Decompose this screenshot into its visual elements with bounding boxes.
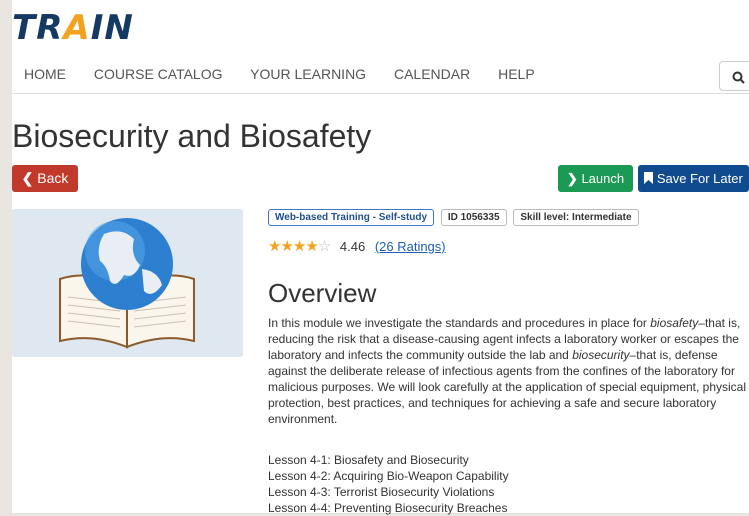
- main-nav: HOME COURSE CATALOG YOUR LEARNING CALEND…: [24, 66, 559, 82]
- list-item: Lesson 4-4: Preventing Biosecurity Breac…: [268, 501, 508, 515]
- nav-your-learning[interactable]: YOUR LEARNING: [250, 66, 366, 82]
- nav-calendar[interactable]: CALENDAR: [394, 66, 470, 82]
- list-item: Lesson 4-3: Terrorist Biosecurity Violat…: [268, 485, 495, 499]
- biosafety-term: biosafety: [650, 316, 699, 330]
- logo-text-in: IN: [90, 8, 134, 48]
- description-part-1: In this module we investigate the standa…: [268, 316, 651, 330]
- training-type-badge: Web-based Training - Self-study: [268, 209, 435, 226]
- list-item: Lesson 4-1: Biosafety and Biosecurity: [268, 453, 469, 467]
- list-item: Lesson 4-2: Acquiring Bio-Weapon Capabil…: [268, 469, 509, 483]
- lesson-list: Lesson 4-1: Biosafety and Biosecurity Le…: [268, 452, 509, 516]
- ratings-count-link[interactable]: (26 Ratings): [375, 239, 446, 254]
- page: TRAIN HOME COURSE CATALOG YOUR LEARNING …: [12, 0, 749, 516]
- globe-book-illustration: [12, 209, 243, 357]
- nav-course-catalog[interactable]: COURSE CATALOG: [94, 66, 223, 82]
- biosecurity-term: biosecurity: [572, 348, 630, 362]
- star-rating-icon: ★★★★☆: [268, 238, 331, 255]
- launch-button[interactable]: ❯ Launch: [558, 165, 633, 192]
- overview-heading: Overview: [268, 278, 377, 308]
- course-description: In this module we investigate the standa…: [268, 315, 748, 427]
- course-image: [12, 209, 243, 357]
- save-for-later-button[interactable]: Save For Later: [638, 165, 749, 192]
- page-title: Biosecurity and Biosafety: [12, 118, 372, 154]
- search-icon: [732, 71, 745, 84]
- bookmark-icon: [644, 172, 654, 184]
- course-id-badge: ID 1056335: [440, 209, 507, 226]
- course-badges: Web-based Training - Self-study ID 10563…: [268, 209, 643, 226]
- train-logo[interactable]: TRAIN: [12, 8, 134, 48]
- nav-home[interactable]: HOME: [24, 66, 66, 82]
- chevron-right-icon: ❯: [566, 171, 578, 186]
- nav-divider: [12, 93, 749, 94]
- back-button[interactable]: ❮ Back: [12, 165, 78, 192]
- skill-level-badge: Skill level: Intermediate: [513, 209, 639, 226]
- launch-label: Launch: [581, 171, 625, 186]
- chevron-left-icon: ❮: [21, 170, 34, 186]
- logo-text-tr: TR: [12, 8, 64, 48]
- nav-help[interactable]: HELP: [498, 66, 535, 82]
- rating-value: 4.46: [339, 239, 366, 254]
- search-button[interactable]: [719, 61, 749, 91]
- back-label: Back: [37, 170, 69, 186]
- course-rating: ★★★★☆ 4.46 (26 Ratings): [268, 237, 446, 255]
- save-label: Save For Later: [656, 171, 743, 186]
- logo-text-a: A: [63, 8, 91, 48]
